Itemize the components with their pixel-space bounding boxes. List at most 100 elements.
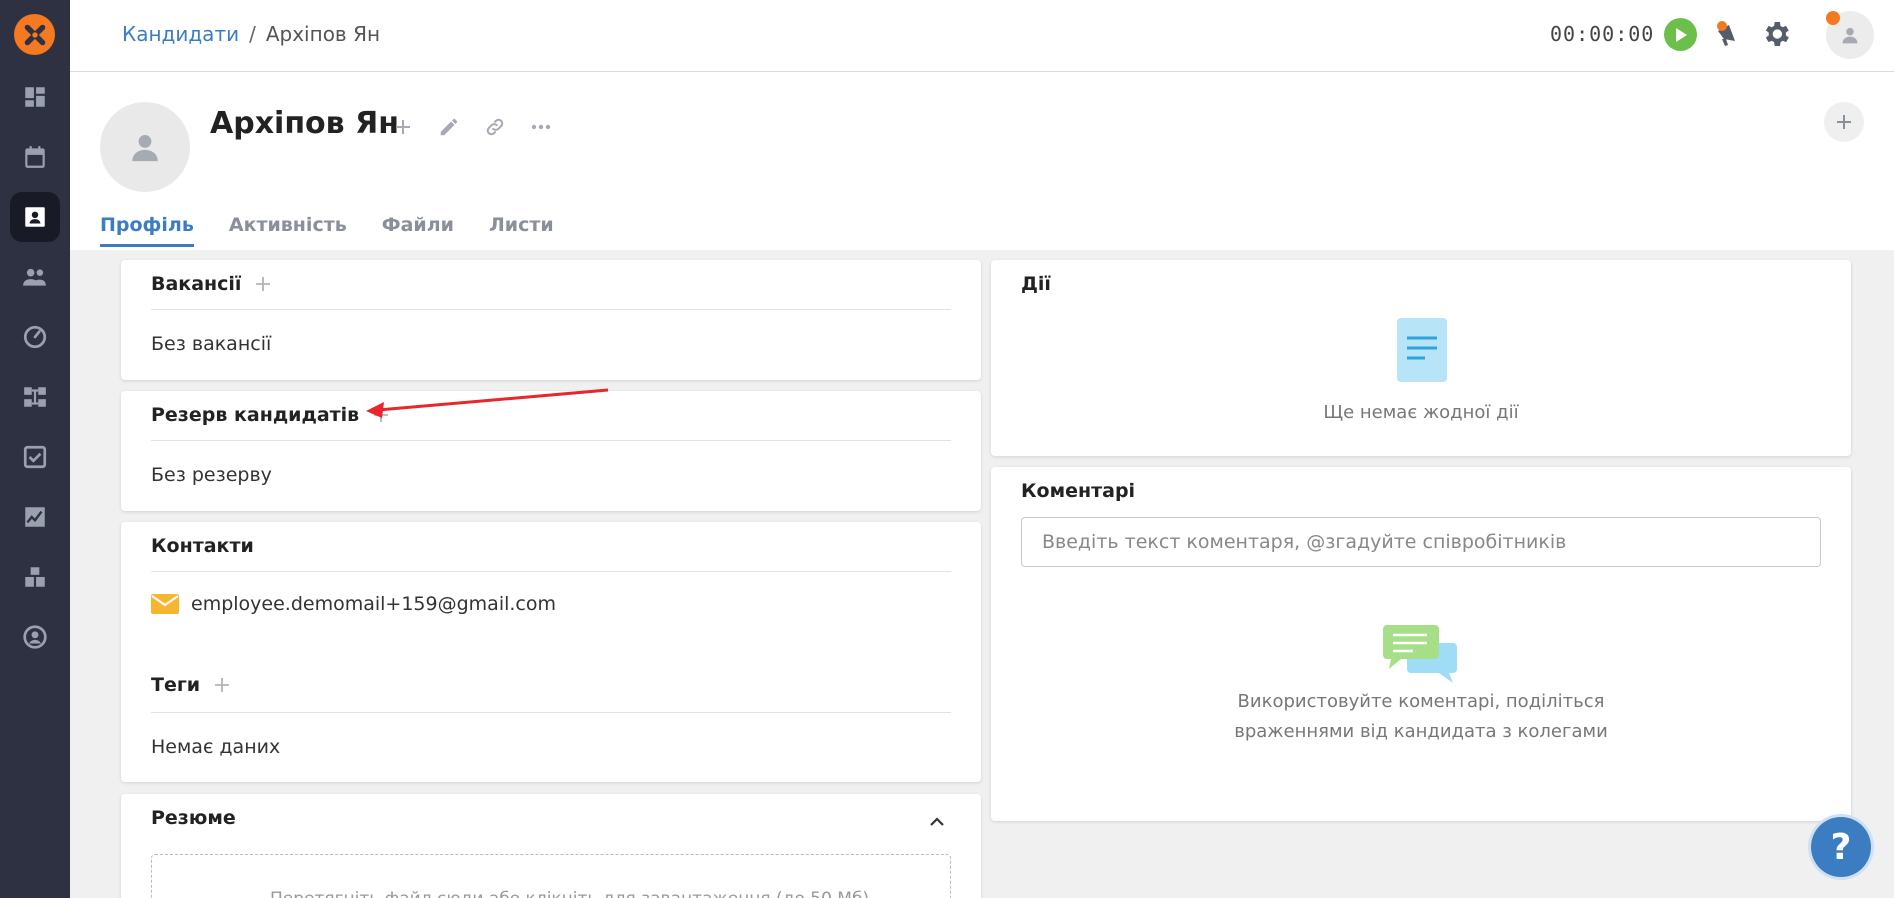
contacts-card: Контакти employee.demomail+159@gmail.com… (121, 522, 981, 782)
more-horizontal-icon (531, 124, 551, 130)
help-button[interactable]: ? (1811, 817, 1871, 877)
breadcrumb: Кандидати / Архіпов Ян (122, 22, 380, 46)
resume-title: Резюме (151, 807, 236, 829)
app-logo[interactable] (14, 14, 55, 55)
tab-profile[interactable]: Профіль (100, 214, 194, 247)
tab-letters[interactable]: Листи (489, 214, 554, 247)
nav-pipeline[interactable] (10, 372, 60, 422)
more-button[interactable] (528, 114, 554, 140)
comments-empty-line2: враженнями від кандидата з колегами (1234, 721, 1608, 742)
tab-activity[interactable]: Активність (229, 214, 347, 247)
add-vacancy-button[interactable] (255, 276, 271, 292)
breadcrumb-separator: / (249, 22, 256, 46)
nav-account[interactable] (10, 612, 60, 662)
candidate-avatar[interactable] (100, 102, 190, 192)
user-status-dot (1826, 11, 1840, 25)
candidates-icon (25, 207, 45, 227)
nav-calendar[interactable] (10, 132, 60, 182)
nav-integrations[interactable] (10, 552, 60, 602)
comments-card: Коментарі Використовуйте коментарі, поді… (991, 467, 1851, 821)
top-header: Кандидати / Архіпов Ян 00:00:00 (70, 0, 1894, 72)
gear-icon (1765, 22, 1789, 46)
candidate-actions (390, 114, 554, 140)
timer-play-button[interactable] (1664, 18, 1697, 51)
user-icon (1842, 27, 1858, 44)
annotation-arrow (366, 388, 609, 418)
contacts-title: Контакти (151, 535, 254, 557)
nav-dashboard[interactable] (10, 72, 60, 122)
document-icon (1397, 318, 1447, 382)
vacancies-title-text: Вакансії (151, 273, 242, 295)
divider (151, 309, 951, 310)
nav-tasks[interactable] (10, 432, 60, 482)
collapse-button[interactable] (929, 812, 945, 831)
sidebar (0, 0, 70, 898)
divider (151, 440, 951, 441)
team-icon (23, 268, 46, 286)
copy-link-button[interactable] (482, 114, 508, 140)
plus-icon (396, 120, 410, 134)
actions-empty: Ще немає жодної дії (1323, 402, 1519, 423)
user-avatar-button[interactable] (1826, 11, 1874, 59)
candidate-header: Архіпов Ян Профіль Активність Файли Лист… (70, 72, 1894, 250)
integrations-icon (25, 567, 45, 587)
edit-button[interactable] (436, 114, 462, 140)
divider (151, 712, 951, 713)
reserve-title-text: Резерв кандидатів (151, 404, 360, 426)
add-widget-button[interactable] (1824, 102, 1864, 142)
actions-title: Дії (1021, 273, 1051, 295)
comment-input[interactable] (1021, 517, 1821, 567)
tags-empty: Немає даних (151, 736, 281, 758)
comments-empty: Використовуйте коментарі, поділіться вра… (991, 687, 1851, 747)
tab-files[interactable]: Файли (382, 214, 454, 247)
comments-title: Коментарі (1021, 480, 1136, 502)
email-row[interactable]: employee.demomail+159@gmail.com (151, 593, 556, 615)
speedometer-icon (23, 325, 47, 349)
divider (151, 571, 951, 572)
nav-speedometer[interactable] (10, 312, 60, 362)
plus-icon (256, 277, 271, 291)
nav-team[interactable] (10, 252, 60, 302)
timer-display: 00:00:00 (1550, 22, 1655, 46)
play-icon (1675, 27, 1687, 42)
chevron-up-icon (930, 817, 944, 826)
plus-icon (1837, 115, 1851, 129)
profile-tabs: Профіль Активність Файли Листи (100, 214, 589, 247)
megaphone-icon (1717, 21, 1735, 46)
resume-card: Резюме Перетягніть файл сюди або клікніт… (121, 794, 981, 898)
tasks-icon (23, 445, 47, 469)
tags-title-text: Теги (151, 674, 201, 696)
nav-candidates[interactable] (10, 192, 60, 242)
nav-analytics[interactable] (10, 492, 60, 542)
comments-empty-line1: Використовуйте коментарі, поділіться (1237, 691, 1605, 712)
pipeline-icon (24, 387, 46, 407)
vacancies-title: Вакансії (151, 273, 271, 295)
settings-button[interactable] (1758, 16, 1794, 52)
email-value[interactable]: employee.demomail+159@gmail.com (191, 593, 556, 615)
tags-title: Теги (151, 674, 230, 696)
actions-card: Дії Ще немає жодної дії (991, 260, 1851, 456)
analytics-icon (25, 507, 45, 527)
add-tag-button[interactable] (214, 677, 230, 693)
plus-icon (215, 678, 230, 692)
add-button[interactable] (390, 114, 416, 140)
reserve-empty: Без резерву (151, 464, 272, 486)
link-icon (486, 118, 504, 136)
calendar-icon (25, 146, 45, 168)
breadcrumb-current: Архіпов Ян (265, 22, 381, 46)
notifications-button[interactable] (1710, 16, 1746, 52)
envelope-icon (151, 594, 179, 614)
vacancies-empty: Без вакансії (151, 333, 272, 355)
account-icon (23, 625, 47, 649)
pencil-icon (440, 118, 458, 136)
resume-dropzone[interactable]: Перетягніть файл сюди або клікніть для з… (151, 854, 951, 898)
dashboard-icon (25, 87, 45, 107)
logo-icon (24, 24, 45, 45)
vacancies-card: Вакансії Без вакансії (121, 260, 981, 380)
user-icon (132, 134, 158, 162)
reserve-title: Резерв кандидатів (151, 404, 389, 426)
breadcrumb-parent-link[interactable]: Кандидати (122, 22, 239, 46)
candidate-name: Архіпов Ян (210, 106, 399, 141)
help-label: ? (1830, 826, 1852, 868)
chat-bubbles-icon (1383, 625, 1457, 683)
